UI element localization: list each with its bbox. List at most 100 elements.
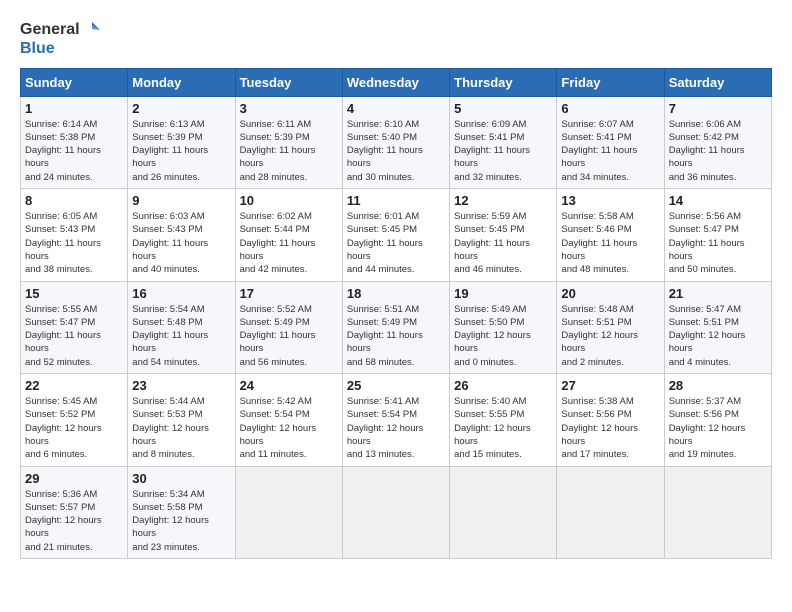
day-number: 5 (454, 101, 552, 116)
day-info: Sunrise: 5:48 AMSunset: 5:51 PMDaylight:… (561, 303, 659, 369)
day-number: 9 (132, 193, 230, 208)
day-number: 13 (561, 193, 659, 208)
day-number: 11 (347, 193, 445, 208)
calendar-cell: 28 Sunrise: 5:37 AMSunset: 5:56 PMDaylig… (664, 374, 771, 466)
day-number: 10 (240, 193, 338, 208)
calendar-week-1: 1 Sunrise: 6:14 AMSunset: 5:38 PMDayligh… (21, 96, 772, 188)
calendar-cell (342, 466, 449, 558)
calendar-cell: 2 Sunrise: 6:13 AMSunset: 5:39 PMDayligh… (128, 96, 235, 188)
calendar-cell (664, 466, 771, 558)
day-number: 28 (669, 378, 767, 393)
day-number: 7 (669, 101, 767, 116)
calendar-cell: 21 Sunrise: 5:47 AMSunset: 5:51 PMDaylig… (664, 281, 771, 373)
weekday-header-tuesday: Tuesday (235, 68, 342, 96)
day-info: Sunrise: 5:52 AMSunset: 5:49 PMDaylight:… (240, 303, 338, 369)
calendar-cell: 23 Sunrise: 5:44 AMSunset: 5:53 PMDaylig… (128, 374, 235, 466)
day-number: 26 (454, 378, 552, 393)
page-header: General Blue (20, 20, 772, 58)
calendar-cell: 16 Sunrise: 5:54 AMSunset: 5:48 PMDaylig… (128, 281, 235, 373)
calendar-cell: 12 Sunrise: 5:59 AMSunset: 5:45 PMDaylig… (450, 189, 557, 281)
day-number: 16 (132, 286, 230, 301)
day-number: 8 (25, 193, 123, 208)
calendar-cell: 20 Sunrise: 5:48 AMSunset: 5:51 PMDaylig… (557, 281, 664, 373)
day-info: Sunrise: 5:41 AMSunset: 5:54 PMDaylight:… (347, 395, 445, 461)
day-number: 14 (669, 193, 767, 208)
day-info: Sunrise: 5:59 AMSunset: 5:45 PMDaylight:… (454, 210, 552, 276)
weekday-header-thursday: Thursday (450, 68, 557, 96)
day-info: Sunrise: 5:42 AMSunset: 5:54 PMDaylight:… (240, 395, 338, 461)
day-number: 30 (132, 471, 230, 486)
day-number: 4 (347, 101, 445, 116)
logo: General Blue (20, 20, 102, 58)
calendar-cell: 13 Sunrise: 5:58 AMSunset: 5:46 PMDaylig… (557, 189, 664, 281)
calendar-cell: 4 Sunrise: 6:10 AMSunset: 5:40 PMDayligh… (342, 96, 449, 188)
day-number: 29 (25, 471, 123, 486)
calendar-cell: 25 Sunrise: 5:41 AMSunset: 5:54 PMDaylig… (342, 374, 449, 466)
day-info: Sunrise: 6:14 AMSunset: 5:38 PMDaylight:… (25, 118, 123, 184)
day-info: Sunrise: 5:37 AMSunset: 5:56 PMDaylight:… (669, 395, 767, 461)
calendar-week-4: 22 Sunrise: 5:45 AMSunset: 5:52 PMDaylig… (21, 374, 772, 466)
day-info: Sunrise: 6:07 AMSunset: 5:41 PMDaylight:… (561, 118, 659, 184)
day-info: Sunrise: 6:02 AMSunset: 5:44 PMDaylight:… (240, 210, 338, 276)
day-number: 27 (561, 378, 659, 393)
day-info: Sunrise: 6:11 AMSunset: 5:39 PMDaylight:… (240, 118, 338, 184)
day-number: 2 (132, 101, 230, 116)
day-number: 20 (561, 286, 659, 301)
day-info: Sunrise: 6:13 AMSunset: 5:39 PMDaylight:… (132, 118, 230, 184)
calendar-cell: 27 Sunrise: 5:38 AMSunset: 5:56 PMDaylig… (557, 374, 664, 466)
weekday-header-friday: Friday (557, 68, 664, 96)
day-info: Sunrise: 5:40 AMSunset: 5:55 PMDaylight:… (454, 395, 552, 461)
day-number: 1 (25, 101, 123, 116)
calendar-cell: 15 Sunrise: 5:55 AMSunset: 5:47 PMDaylig… (21, 281, 128, 373)
day-number: 24 (240, 378, 338, 393)
day-number: 19 (454, 286, 552, 301)
day-info: Sunrise: 6:09 AMSunset: 5:41 PMDaylight:… (454, 118, 552, 184)
weekday-header-wednesday: Wednesday (342, 68, 449, 96)
weekday-header-monday: Monday (128, 68, 235, 96)
calendar-week-3: 15 Sunrise: 5:55 AMSunset: 5:47 PMDaylig… (21, 281, 772, 373)
calendar-cell (557, 466, 664, 558)
calendar-cell: 7 Sunrise: 6:06 AMSunset: 5:42 PMDayligh… (664, 96, 771, 188)
logo-general: General (20, 21, 80, 39)
calendar-cell: 3 Sunrise: 6:11 AMSunset: 5:39 PMDayligh… (235, 96, 342, 188)
calendar-cell: 18 Sunrise: 5:51 AMSunset: 5:49 PMDaylig… (342, 281, 449, 373)
logo-blue: Blue (20, 40, 102, 58)
day-info: Sunrise: 5:38 AMSunset: 5:56 PMDaylight:… (561, 395, 659, 461)
day-number: 3 (240, 101, 338, 116)
day-number: 15 (25, 286, 123, 301)
day-number: 21 (669, 286, 767, 301)
day-number: 12 (454, 193, 552, 208)
day-number: 18 (347, 286, 445, 301)
day-info: Sunrise: 5:49 AMSunset: 5:50 PMDaylight:… (454, 303, 552, 369)
day-info: Sunrise: 5:36 AMSunset: 5:57 PMDaylight:… (25, 488, 123, 554)
day-info: Sunrise: 5:56 AMSunset: 5:47 PMDaylight:… (669, 210, 767, 276)
weekday-header-saturday: Saturday (664, 68, 771, 96)
day-info: Sunrise: 6:06 AMSunset: 5:42 PMDaylight:… (669, 118, 767, 184)
calendar-week-5: 29 Sunrise: 5:36 AMSunset: 5:57 PMDaylig… (21, 466, 772, 558)
day-number: 17 (240, 286, 338, 301)
day-info: Sunrise: 6:03 AMSunset: 5:43 PMDaylight:… (132, 210, 230, 276)
calendar-cell: 5 Sunrise: 6:09 AMSunset: 5:41 PMDayligh… (450, 96, 557, 188)
day-info: Sunrise: 5:47 AMSunset: 5:51 PMDaylight:… (669, 303, 767, 369)
logo-bird-icon (82, 20, 102, 40)
calendar-cell: 10 Sunrise: 6:02 AMSunset: 5:44 PMDaylig… (235, 189, 342, 281)
calendar-cell: 30 Sunrise: 5:34 AMSunset: 5:58 PMDaylig… (128, 466, 235, 558)
calendar-cell: 29 Sunrise: 5:36 AMSunset: 5:57 PMDaylig… (21, 466, 128, 558)
day-info: Sunrise: 5:34 AMSunset: 5:58 PMDaylight:… (132, 488, 230, 554)
calendar-cell: 6 Sunrise: 6:07 AMSunset: 5:41 PMDayligh… (557, 96, 664, 188)
day-number: 22 (25, 378, 123, 393)
day-info: Sunrise: 5:58 AMSunset: 5:46 PMDaylight:… (561, 210, 659, 276)
calendar-cell (235, 466, 342, 558)
day-info: Sunrise: 5:55 AMSunset: 5:47 PMDaylight:… (25, 303, 123, 369)
day-info: Sunrise: 5:44 AMSunset: 5:53 PMDaylight:… (132, 395, 230, 461)
day-number: 25 (347, 378, 445, 393)
day-info: Sunrise: 6:05 AMSunset: 5:43 PMDaylight:… (25, 210, 123, 276)
calendar-cell: 8 Sunrise: 6:05 AMSunset: 5:43 PMDayligh… (21, 189, 128, 281)
calendar-cell: 17 Sunrise: 5:52 AMSunset: 5:49 PMDaylig… (235, 281, 342, 373)
calendar-cell: 19 Sunrise: 5:49 AMSunset: 5:50 PMDaylig… (450, 281, 557, 373)
day-info: Sunrise: 5:45 AMSunset: 5:52 PMDaylight:… (25, 395, 123, 461)
calendar-cell: 24 Sunrise: 5:42 AMSunset: 5:54 PMDaylig… (235, 374, 342, 466)
calendar-cell: 14 Sunrise: 5:56 AMSunset: 5:47 PMDaylig… (664, 189, 771, 281)
calendar-cell (450, 466, 557, 558)
calendar-cell: 26 Sunrise: 5:40 AMSunset: 5:55 PMDaylig… (450, 374, 557, 466)
